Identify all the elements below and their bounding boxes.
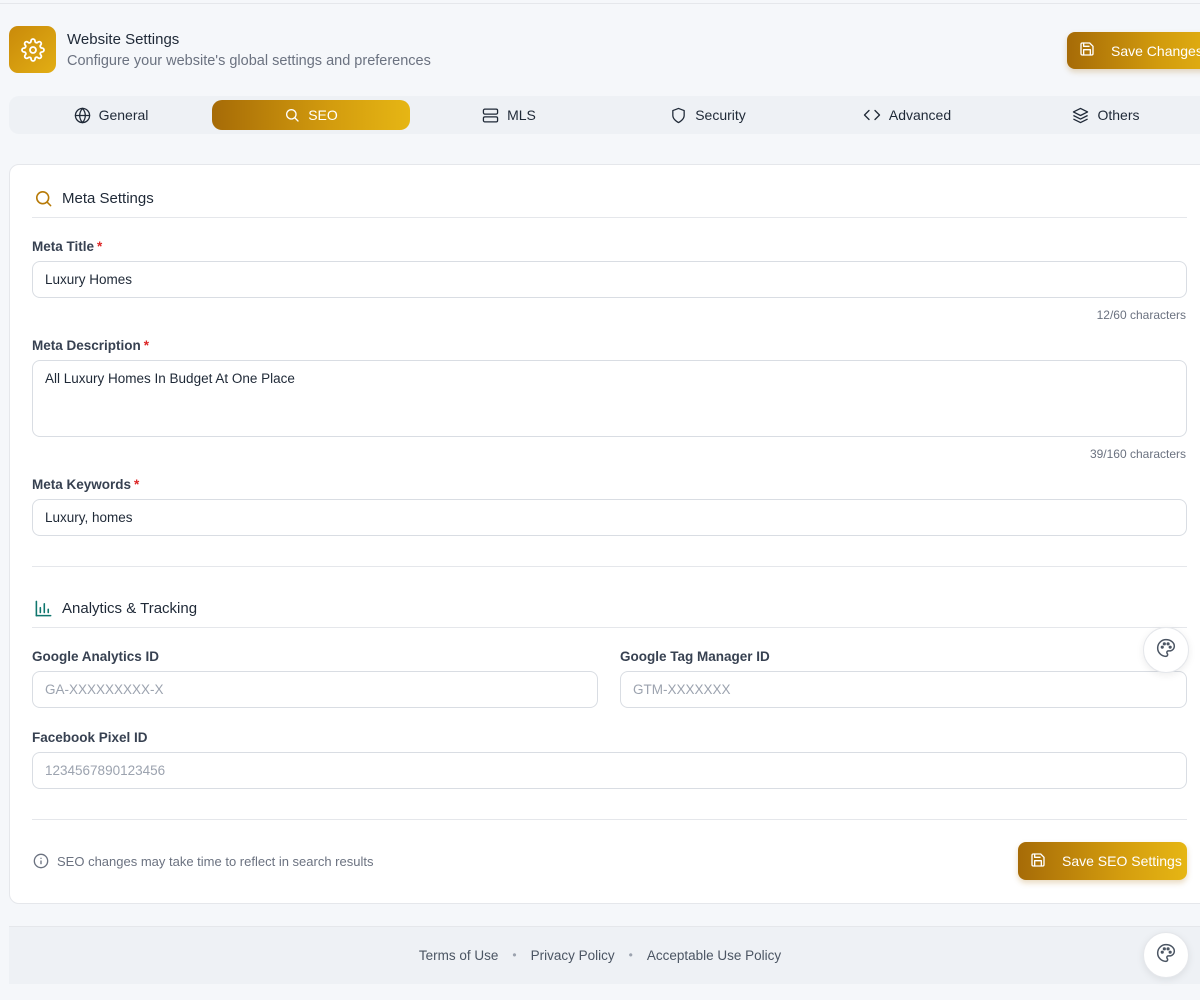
code-icon	[863, 106, 881, 124]
search-icon	[284, 107, 300, 123]
note-text: SEO changes may take time to reflect in …	[57, 853, 374, 869]
tab-security[interactable]: Security	[609, 100, 807, 130]
save-changes-label: Save Changes	[1111, 42, 1200, 59]
server-icon	[482, 107, 499, 124]
google-analytics-label: Google Analytics ID	[32, 649, 160, 664]
save-icon	[1079, 41, 1095, 60]
analytics-heading: Analytics & Tracking	[34, 599, 197, 618]
label-text: Meta Keywords	[32, 477, 132, 492]
terms-of-use-link[interactable]: Terms of Use	[419, 948, 499, 963]
save-icon	[1030, 852, 1046, 871]
page-subtitle: Configure your website's global settings…	[67, 53, 431, 69]
facebook-pixel-input[interactable]: 1234567890123456	[32, 752, 1187, 789]
section-divider	[32, 566, 1187, 567]
required-mark: *	[97, 239, 103, 254]
tab-general[interactable]: General	[12, 100, 210, 130]
meta-keywords-input[interactable]: Luxury, homes	[32, 499, 1187, 536]
google-analytics-input[interactable]: GA-XXXXXXXXX-X	[32, 671, 598, 708]
tab-label: SEO	[308, 107, 338, 123]
separator: •	[512, 948, 517, 962]
tab-seo[interactable]: SEO	[212, 100, 410, 130]
tab-mls[interactable]: MLS	[410, 100, 608, 130]
globe-icon	[74, 106, 91, 124]
seo-settings-card: Meta Settings Meta Title * Luxury Homes 1…	[9, 164, 1200, 904]
info-icon	[33, 853, 49, 869]
section-divider	[32, 819, 1187, 820]
save-seo-settings-button[interactable]: Save SEO Settings	[1018, 842, 1187, 880]
meta-settings-heading: Meta Settings	[34, 189, 154, 208]
meta-title-label: Meta Title *	[32, 239, 102, 254]
meta-title-input[interactable]: Luxury Homes	[32, 261, 1187, 298]
required-mark: *	[134, 477, 140, 492]
search-icon	[34, 189, 53, 208]
section-divider	[32, 627, 1187, 628]
section-divider	[32, 217, 1187, 218]
section-title: Analytics & Tracking	[62, 600, 198, 617]
meta-description-label: Meta Description *	[32, 338, 149, 353]
settings-gear-icon	[9, 26, 56, 73]
footer-links: Terms of Use • Privacy Policy • Acceptab…	[0, 926, 1200, 984]
label-text: Meta Title	[32, 239, 95, 254]
meta-description-textarea[interactable]: All Luxury Homes In Budget At One Place	[32, 360, 1187, 437]
shield-icon	[670, 107, 687, 124]
google-tag-manager-input[interactable]: GTM-XXXXXXX	[620, 671, 1187, 708]
bar-chart-icon	[34, 599, 53, 618]
tab-label: MLS	[507, 107, 536, 123]
save-changes-button[interactable]: Save Changes	[1067, 32, 1200, 69]
privacy-policy-link[interactable]: Privacy Policy	[531, 948, 615, 963]
theme-palette-button[interactable]	[1143, 627, 1189, 673]
separator: •	[628, 948, 633, 962]
page-header: Website Settings Configure your website'…	[0, 0, 1200, 90]
tab-label: Security	[695, 107, 746, 123]
seo-info-note: SEO changes may take time to reflect in …	[33, 853, 373, 869]
palette-icon	[1156, 943, 1176, 968]
meta-keywords-label: Meta Keywords *	[32, 477, 139, 492]
acceptable-use-policy-link[interactable]: Acceptable Use Policy	[647, 948, 781, 963]
tab-label: Advanced	[888, 107, 952, 123]
palette-icon	[1156, 638, 1176, 663]
save-seo-label: Save SEO Settings	[1062, 853, 1182, 869]
section-title: Meta Settings	[62, 190, 154, 207]
tab-advanced[interactable]: Advanced	[808, 100, 1006, 130]
meta-description-counter: 39/160 characters	[1089, 447, 1186, 461]
page-title: Website Settings	[67, 31, 180, 48]
meta-title-counter: 12/60 characters	[1096, 308, 1186, 322]
google-tag-manager-label: Google Tag Manager ID	[620, 649, 770, 664]
layers-icon	[1072, 107, 1089, 124]
tab-label: Others	[1097, 107, 1140, 123]
theme-palette-button[interactable]	[1143, 932, 1189, 978]
tab-label: General	[98, 107, 149, 123]
facebook-pixel-label: Facebook Pixel ID	[32, 730, 148, 745]
label-text: Meta Description	[32, 338, 141, 353]
tab-others[interactable]: Others	[1007, 100, 1200, 130]
required-mark: *	[143, 338, 150, 353]
settings-tabs: General SEO MLS Security Advanced Others	[9, 96, 1200, 134]
